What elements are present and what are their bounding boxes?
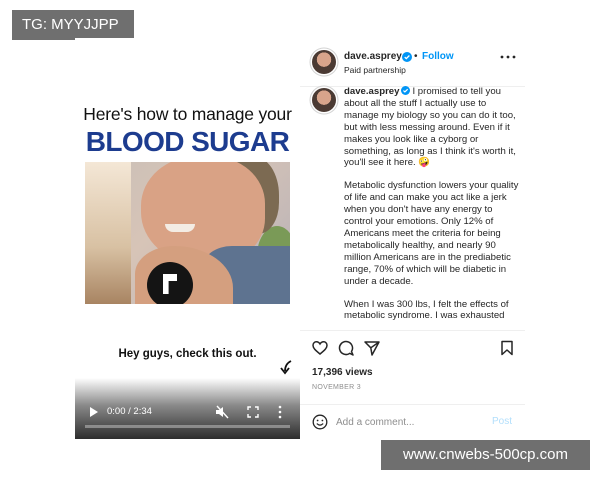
emoji-icon[interactable] <box>312 414 328 430</box>
divider <box>300 330 525 331</box>
caption-paragraph-1: I promised to tell you about all the stu… <box>344 86 516 169</box>
video-caption: Hey guys, check this out. <box>118 348 257 360</box>
more-options-icon[interactable] <box>500 54 516 60</box>
glucose-sensor <box>147 262 193 304</box>
paid-partnership-label[interactable]: Paid partnership <box>344 65 406 75</box>
views-count: 17,396 views <box>312 367 373 378</box>
watermark-top: TG: MYYJJPP <box>12 10 134 40</box>
fullscreen-icon[interactable] <box>247 404 259 420</box>
post-comment-button[interactable]: Post <box>492 416 512 427</box>
follow-button[interactable]: Follow <box>422 51 454 62</box>
separator-dot: • <box>414 51 418 62</box>
verified-badge-icon <box>402 52 412 62</box>
verified-badge-icon <box>401 86 411 95</box>
caption-paragraph-3: When I was 300 lbs, I felt the effects o… <box>344 298 509 322</box>
play-icon[interactable] <box>89 404 99 420</box>
caption-avatar[interactable] <box>312 88 336 112</box>
video-controls: 0:00 / 2:34 <box>75 378 300 439</box>
more-vertical-icon[interactable] <box>277 404 283 420</box>
video-player[interactable]: Here's how to manage your BLOOD SUGAR He… <box>75 38 300 439</box>
comment-input[interactable] <box>336 415 486 429</box>
post-username[interactable]: dave.asprey <box>344 51 402 62</box>
heart-icon[interactable] <box>312 340 328 356</box>
video-title: Here's how to manage your <box>83 104 292 124</box>
divider <box>300 404 525 405</box>
caption-username[interactable]: dave.asprey <box>344 86 399 97</box>
curved-arrow-icon <box>280 360 292 375</box>
video-headline: BLOOD SUGAR <box>85 126 290 157</box>
bookmark-icon[interactable] <box>500 340 514 356</box>
avatar[interactable] <box>312 50 336 74</box>
instagram-post: dave.asprey • Follow Paid partnership da… <box>300 38 525 439</box>
video-time: 0:00 / 2:34 <box>107 406 152 417</box>
watermark-bottom: www.cnwebs-500cp.com <box>381 440 590 470</box>
post-date: NOVEMBER 3 <box>312 384 361 391</box>
caption-paragraph-2: Metabolic dysfunction lowers your qualit… <box>344 180 519 287</box>
mute-icon[interactable] <box>215 404 229 420</box>
comment-icon[interactable] <box>338 340 354 356</box>
post-caption: dave.asprey I promised to tell you about … <box>344 86 520 326</box>
video-frame <box>85 162 290 304</box>
share-icon[interactable] <box>364 340 380 356</box>
video-progress-bar[interactable] <box>85 425 290 428</box>
